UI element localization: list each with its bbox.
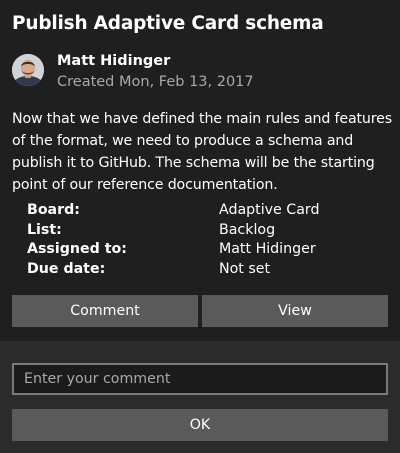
fact-board: Board: Adaptive Card <box>27 202 387 222</box>
fact-label: Assigned to: <box>27 241 127 257</box>
person-avatar-icon <box>12 54 44 86</box>
fact-value: Matt Hidinger <box>219 241 316 257</box>
card-description: Now that we have defined the main rules … <box>12 111 392 193</box>
card-title: Publish Adaptive Card schema <box>12 13 324 34</box>
ok-button[interactable]: OK <box>12 409 388 441</box>
fact-due-date: Due date: Not set <box>27 261 387 281</box>
comment-button[interactable]: Comment <box>12 295 198 327</box>
adaptive-card: Publish Adaptive Card schema Matt Hiding… <box>0 0 400 453</box>
fact-value: Adaptive Card <box>219 202 320 218</box>
fact-set: Board: Adaptive Card List: Backlog Assig… <box>27 202 387 280</box>
fact-value: Backlog <box>219 221 276 238</box>
fact-value: Not set <box>219 260 271 277</box>
comment-input[interactable] <box>12 363 388 395</box>
created-date: Created Mon, Feb 13, 2017 <box>57 74 254 90</box>
card-body: Publish Adaptive Card schema Matt Hiding… <box>0 0 400 341</box>
avatar <box>12 54 44 86</box>
fact-list: List: Backlog <box>27 222 387 242</box>
view-button[interactable]: View <box>202 295 388 327</box>
fact-label: Board: <box>27 202 80 218</box>
comment-panel: OK <box>0 341 400 453</box>
fact-assigned-to: Assigned to: Matt Hidinger <box>27 241 387 261</box>
fact-label: List: <box>27 221 62 238</box>
fact-label: Due date: <box>27 260 106 277</box>
author-name: Matt Hidinger <box>57 53 171 69</box>
